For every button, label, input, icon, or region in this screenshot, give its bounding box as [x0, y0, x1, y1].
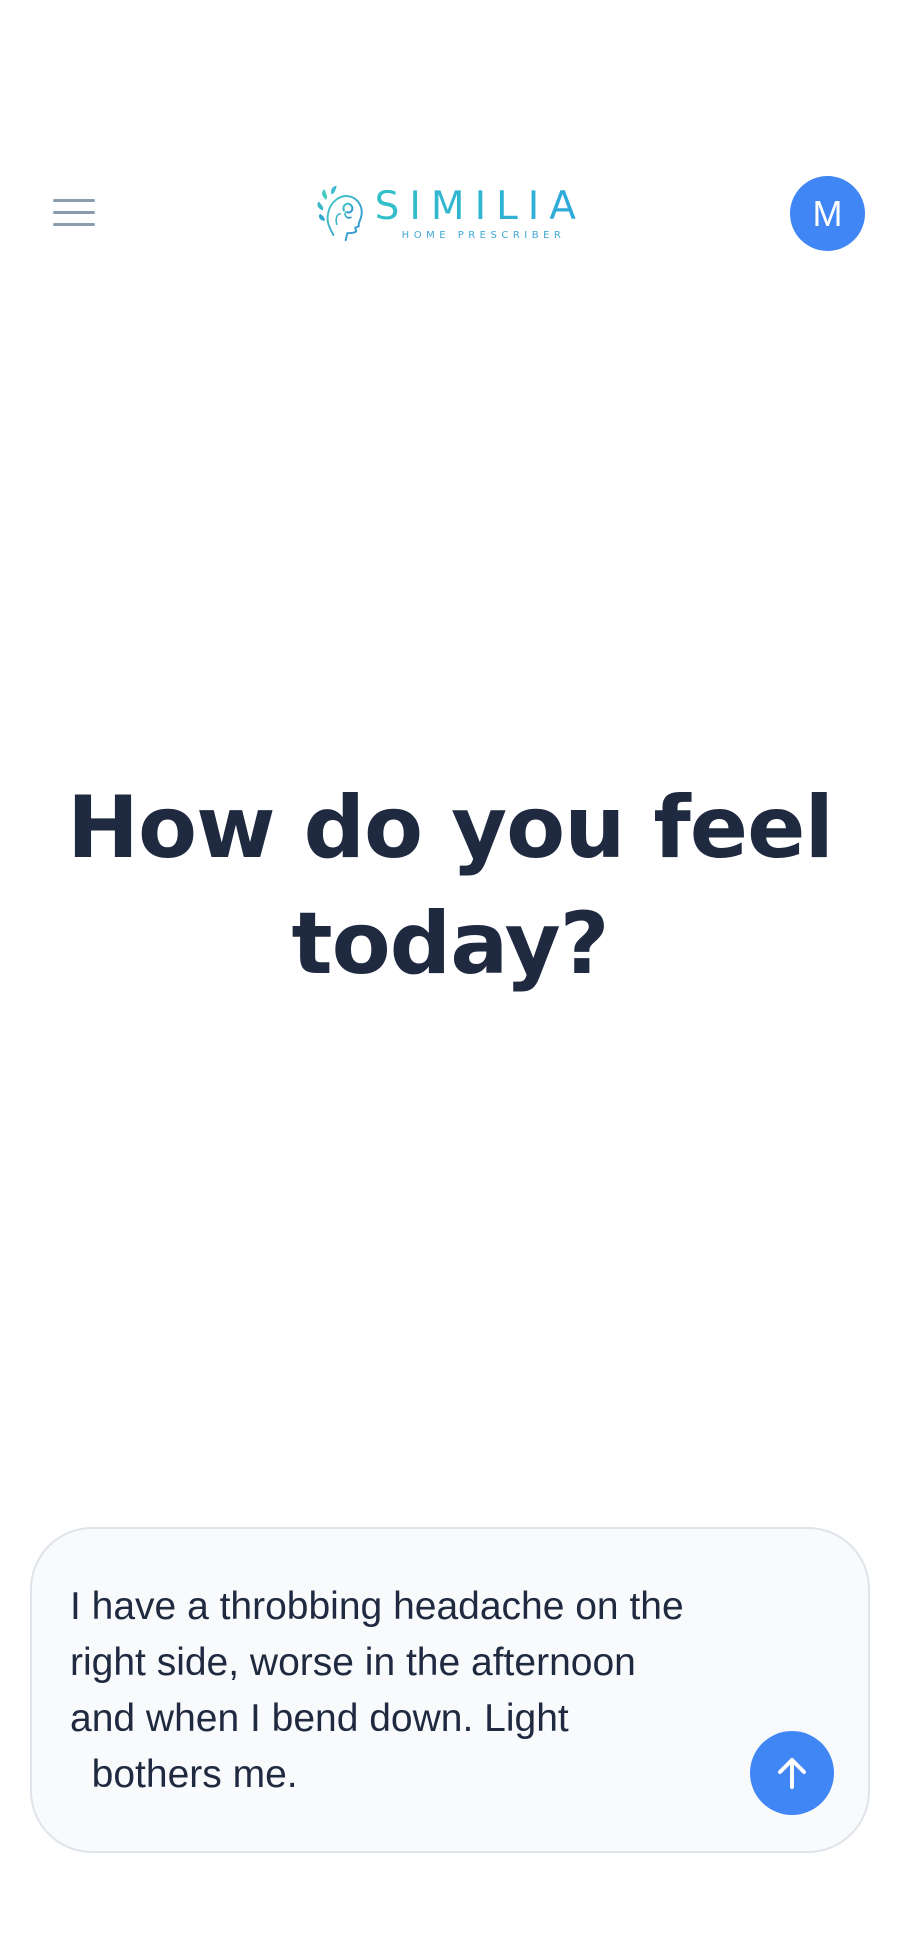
menu-icon-line: [53, 198, 95, 202]
menu-button[interactable]: [46, 190, 102, 234]
send-button[interactable]: [750, 1731, 834, 1815]
message-composer: I have a throbbing headache on the right…: [30, 1527, 870, 1853]
menu-icon-line: [53, 210, 95, 214]
head-leaf-logo-icon: [317, 185, 363, 242]
arrow-up-icon: [778, 1758, 806, 1789]
user-avatar[interactable]: M: [790, 176, 865, 251]
app-logo: SIMILIA HOME PRESCRIBER: [314, 176, 586, 250]
logo-tagline: HOME PRESCRIBER: [401, 229, 566, 241]
logo-text: SIMILIA HOME PRESCRIBER: [374, 183, 586, 241]
symptom-input[interactable]: I have a throbbing headache on the right…: [70, 1579, 750, 1819]
top-header: SIMILIA HOME PRESCRIBER M: [0, 168, 900, 258]
menu-icon-line: [53, 222, 95, 226]
page-heading: How do you feel today?: [67, 778, 834, 994]
app-screen: SIMILIA HOME PRESCRIBER M How do you fee…: [0, 0, 900, 1955]
avatar-initial: M: [812, 192, 843, 234]
logo-name: SIMILIA: [374, 183, 586, 229]
